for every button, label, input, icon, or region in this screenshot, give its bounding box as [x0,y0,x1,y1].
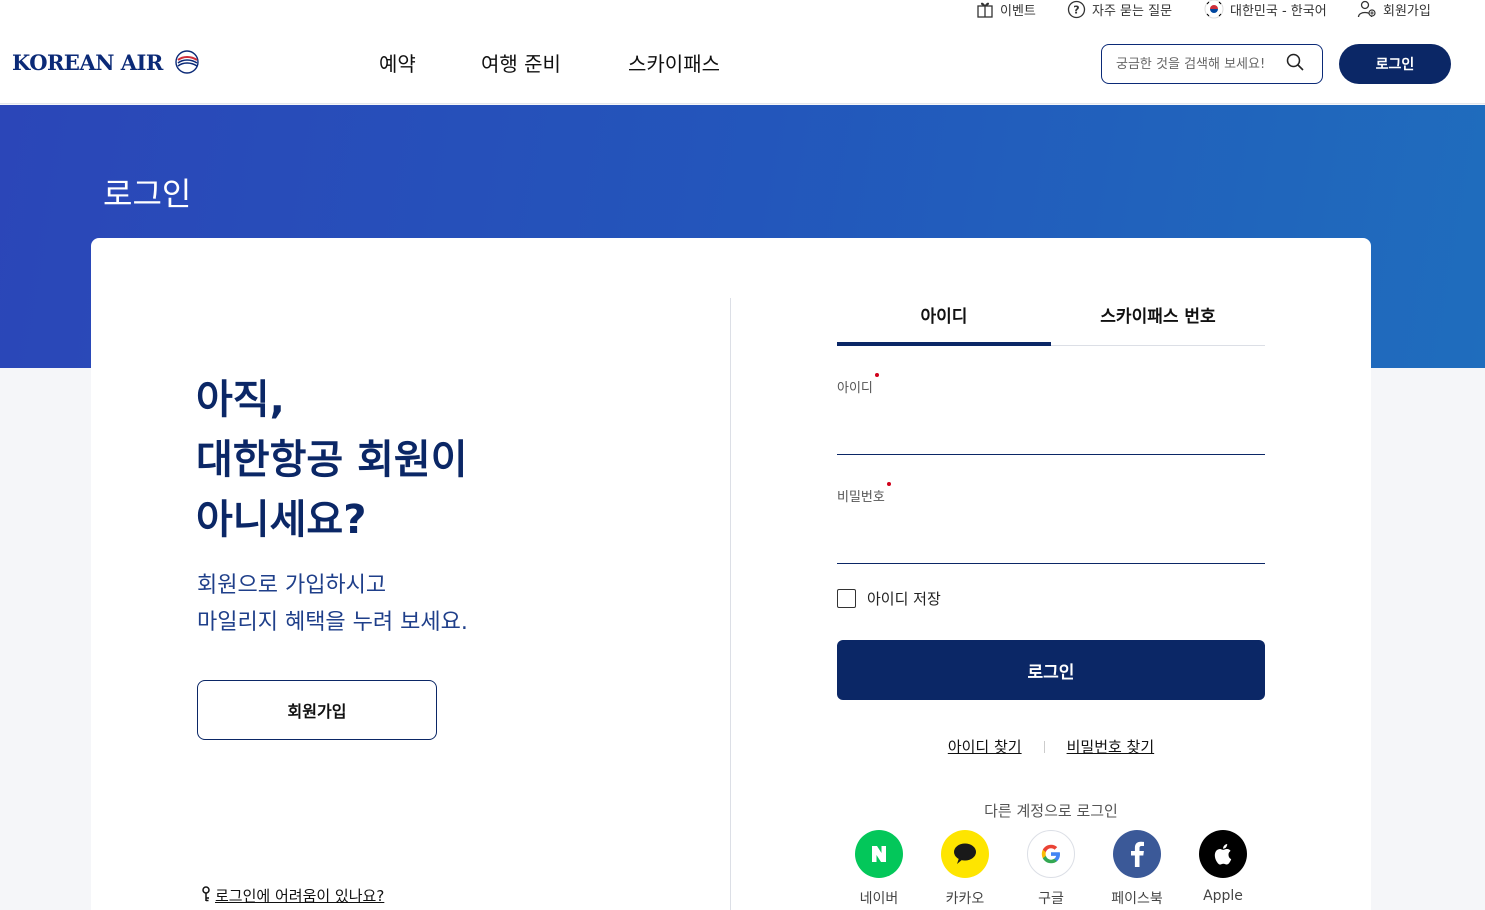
faq-label: 자주 묻는 질문 [1092,3,1173,19]
korea-flag-icon [1204,0,1224,19]
login-card: 아직, 대한항공 회원이 아니세요? 회원으로 가입하시고 마일리지 혜택을 누… [91,238,1371,910]
nav-skypass[interactable]: 스카이패스 [628,48,720,77]
korean-air-logo[interactable]: KOREAN AIR [12,44,201,80]
remember-id-label: 아이디 저장 [867,590,941,608]
find-links: 아이디 찾기 비밀번호 찾기 [837,736,1265,757]
promo-sub-line: 마일리지 혜택을 누려 보세요. [197,610,468,635]
user-add-icon [1357,0,1377,18]
search-icon[interactable] [1286,53,1304,75]
header: KOREAN AIR 예약 여행 준비 스카이패스 로그인 [0,20,1485,104]
login-tabs: 아이디 스카이패스 번호 [837,298,1265,346]
password-field-label: 비밀번호 [837,482,891,505]
remember-id-checkbox[interactable] [837,589,856,608]
social-label: 페이스북 [1111,891,1163,907]
login-submit-button[interactable]: 로그인 [837,640,1265,700]
google-icon [1027,830,1075,878]
nav-travel-prep[interactable]: 여행 준비 [481,48,561,77]
social-login-row: 네이버 카카오 구글 페이스북 Apple [837,830,1265,908]
apple-icon [1199,830,1247,878]
social-facebook-button[interactable]: 페이스북 [1111,830,1163,908]
page-title: 로그인 [103,175,192,213]
social-label: 네이버 [859,891,899,907]
event-label: 이벤트 [1000,3,1036,19]
taeguk-logo-icon [169,44,201,80]
tab-id[interactable]: 아이디 [837,298,1051,346]
social-login-title: 다른 계정으로 로그인 [984,802,1118,820]
facebook-icon [1113,830,1161,878]
id-label-text: 아이디 [837,381,873,396]
header-login-button[interactable]: 로그인 [1339,44,1451,84]
language-label: 대한민국 - 한국어 [1230,3,1327,19]
login-help-label: 로그인에 어려움이 있나요? [215,887,385,905]
kakao-icon [941,830,989,878]
social-kakao-button[interactable]: 카카오 [941,830,990,908]
password-field: 비밀번호 [837,482,1265,564]
promo-subtitle: 회원으로 가입하시고 마일리지 혜택을 누려 보세요. [197,567,468,641]
signup-label: 회원가입 [1383,3,1431,19]
promo-title-line: 대한항공 회원이 [196,437,468,483]
join-button[interactable]: 회원가입 [197,680,437,740]
social-apple-button[interactable]: Apple [1199,830,1248,908]
social-google-button[interactable]: 구글 [1027,830,1076,908]
promo-title-line: 아직, [196,377,285,423]
find-id-link[interactable]: 아이디 찾기 [948,736,1022,757]
social-label: 구글 [1038,891,1064,907]
key-icon [201,885,211,906]
remember-id[interactable]: 아이디 저장 [837,588,941,609]
language-selector[interactable]: 대한민국 - 한국어 [1204,0,1327,19]
required-dot [874,373,879,377]
utility-bar: 이벤트 ? 자주 묻는 질문 대한민국 - 한국어 회원가입 [0,0,1485,20]
find-password-link[interactable]: 비밀번호 찾기 [1067,736,1155,757]
id-field-label: 아이디 [837,373,879,396]
find-links-separator [1043,740,1045,753]
nav-reservation[interactable]: 예약 [379,48,416,77]
search-input[interactable] [1116,56,1286,72]
tab-skypass-number[interactable]: 스카이패스 번호 [1051,298,1265,345]
svg-text:?: ? [1073,3,1079,16]
social-naver-button[interactable]: 네이버 [855,830,904,908]
gift-icon [976,0,994,18]
event-link[interactable]: 이벤트 [976,0,1036,19]
search-box [1101,44,1323,84]
promo-title-line: 아니세요? [196,497,367,543]
social-label: Apple [1203,888,1243,904]
promo-title: 아직, 대한항공 회원이 아니세요? [196,370,468,550]
id-input[interactable] [837,429,1265,448]
social-label: 카카오 [945,891,985,907]
signup-link[interactable]: 회원가입 [1357,0,1431,19]
required-dot [886,482,891,486]
naver-icon [855,830,903,878]
login-help-link[interactable]: 로그인에 어려움이 있나요? [201,885,384,906]
logo-text: KOREAN AIR [12,49,163,75]
faq-link[interactable]: ? 자주 묻는 질문 [1067,0,1173,19]
vertical-divider [730,298,731,910]
id-field: 아이디 [837,373,1265,455]
question-icon: ? [1067,0,1086,19]
password-input[interactable] [837,538,1265,557]
password-label-text: 비밀번호 [837,490,885,505]
promo-sub-line: 회원으로 가입하시고 [197,573,387,598]
